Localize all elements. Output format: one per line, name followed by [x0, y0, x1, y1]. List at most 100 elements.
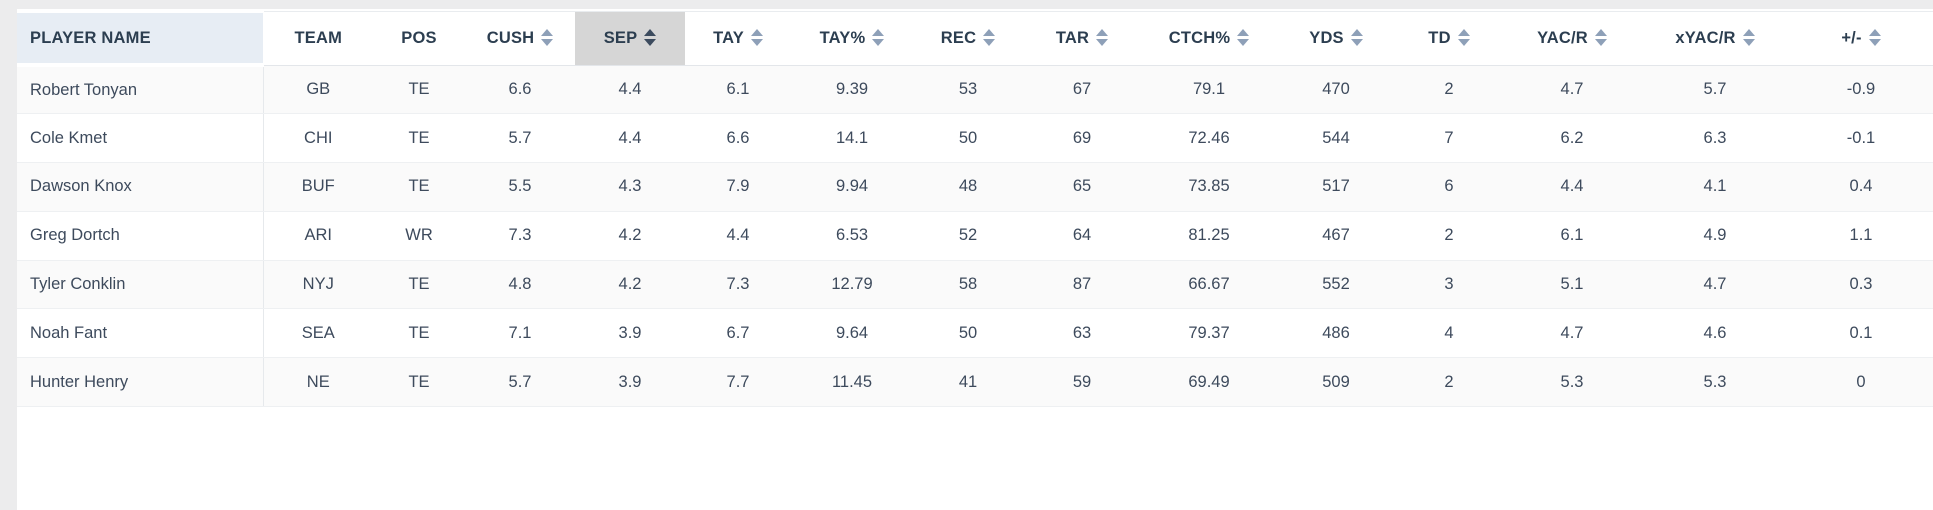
column-header-yac-per-reception[interactable]: YAC/R: [1503, 10, 1641, 66]
cell-td: 4: [1395, 308, 1503, 359]
cell-yds: 470: [1277, 65, 1395, 115]
cell-plus-minus: 0: [1789, 357, 1933, 408]
column-header-plus-minus[interactable]: +/-: [1789, 10, 1933, 66]
column-header-player-name[interactable]: PLAYER NAME: [17, 9, 264, 67]
cell-plus-minus: 0.3: [1789, 260, 1933, 310]
table-row[interactable]: Noah Fant SEA TE 7.1 3.9 6.7 9.64 50 63 …: [17, 308, 1933, 359]
sort-updown-icon[interactable]: [541, 29, 554, 47]
cell-td: 3: [1395, 260, 1503, 310]
column-header-cush[interactable]: CUSH: [465, 10, 575, 66]
column-header-label: POS: [401, 28, 437, 47]
column-header-label: YAC/R: [1537, 28, 1588, 47]
cell-tay: 4.4: [685, 211, 791, 261]
cell-xyac-per-reception: 5.3: [1641, 357, 1789, 408]
cell-sep: 3.9: [575, 308, 685, 359]
cell-sep: 3.9: [575, 357, 685, 408]
column-header-team[interactable]: TEAM: [263, 10, 373, 66]
column-header-label: CTCH%: [1168, 28, 1231, 47]
column-header-xyac-per-reception[interactable]: xYAC/R: [1641, 10, 1789, 66]
cell-tay-percent: 12.79: [791, 260, 913, 310]
column-header-tay-percent[interactable]: TAY%: [791, 10, 913, 66]
cell-tay: 6.6: [685, 113, 791, 164]
cell-plus-minus: 0.4: [1789, 162, 1933, 212]
cell-ctch-percent: 81.25: [1141, 211, 1277, 261]
cell-ctch-percent: 66.67: [1141, 260, 1277, 310]
cell-tar: 65: [1023, 162, 1141, 212]
table-row[interactable]: Cole Kmet CHI TE 5.7 4.4 6.6 14.1 50 69 …: [17, 113, 1933, 164]
cell-cush: 5.5: [465, 162, 575, 212]
cell-tay-percent: 9.94: [791, 162, 913, 212]
cell-yds: 467: [1277, 211, 1395, 261]
sort-updown-icon[interactable]: [1350, 29, 1363, 47]
cell-rec: 50: [913, 308, 1023, 359]
cell-pos: TE: [373, 113, 465, 164]
cell-tay-percent: 14.1: [791, 113, 913, 164]
cell-sep: 4.4: [575, 65, 685, 115]
player-stats-table: PLAYER NAME TEAM POS CUSH SEP TAY TAY% R…: [17, 9, 1933, 408]
table-row[interactable]: Robert Tonyan GB TE 6.6 4.4 6.1 9.39 53 …: [17, 65, 1933, 115]
cell-xyac-per-reception: 4.9: [1641, 211, 1789, 261]
cell-yds: 517: [1277, 162, 1395, 212]
sort-updown-icon[interactable]: [872, 29, 885, 47]
cell-tay-percent: 6.53: [791, 211, 913, 261]
column-header-label: SEP: [603, 28, 638, 47]
table-header: PLAYER NAME TEAM POS CUSH SEP TAY TAY% R…: [17, 9, 1933, 67]
sort-updown-icon[interactable]: [1457, 29, 1470, 47]
cell-team: NE: [263, 357, 373, 408]
column-header-td[interactable]: TD: [1395, 10, 1503, 66]
sort-updown-icon[interactable]: [1594, 29, 1607, 47]
cell-td: 7: [1395, 113, 1503, 164]
cell-ctch-percent: 79.1: [1141, 65, 1277, 115]
column-header-pos[interactable]: POS: [373, 10, 465, 66]
cell-team: GB: [263, 65, 373, 115]
column-header-label: TAR: [1055, 28, 1090, 47]
cell-tay-percent: 9.64: [791, 308, 913, 359]
column-header-ctch-percent[interactable]: CTCH%: [1141, 10, 1277, 66]
cell-xyac-per-reception: 6.3: [1641, 113, 1789, 164]
cell-sep: 4.2: [575, 211, 685, 261]
column-header-label: xYAC/R: [1675, 28, 1736, 47]
column-header-tay[interactable]: TAY: [685, 10, 791, 66]
cell-cush: 4.8: [465, 260, 575, 310]
table-row[interactable]: Tyler Conklin NYJ TE 4.8 4.2 7.3 12.79 5…: [17, 260, 1933, 310]
cell-ctch-percent: 69.49: [1141, 357, 1277, 408]
sort-updown-icon[interactable]: [1237, 29, 1250, 47]
cell-sep: 4.3: [575, 162, 685, 212]
cell-sep: 4.2: [575, 260, 685, 310]
cell-pos: TE: [373, 65, 465, 115]
table-body: Robert Tonyan GB TE 6.6 4.4 6.1 9.39 53 …: [17, 65, 1933, 408]
cell-team: BUF: [263, 162, 373, 212]
cell-xyac-per-reception: 5.7: [1641, 65, 1789, 115]
cell-tay-percent: 11.45: [791, 357, 913, 408]
cell-cush: 6.6: [465, 65, 575, 115]
cell-tay: 7.7: [685, 357, 791, 408]
page-background: PLAYER NAME TEAM POS CUSH SEP TAY TAY% R…: [0, 0, 1933, 510]
table-row[interactable]: Hunter Henry NE TE 5.7 3.9 7.7 11.45 41 …: [17, 357, 1933, 408]
column-header-tar[interactable]: TAR: [1023, 10, 1141, 66]
column-header-label: PLAYER NAME: [30, 28, 151, 47]
sort-updown-icon[interactable]: [983, 29, 996, 47]
sort-updown-icon[interactable]: [644, 29, 657, 47]
sort-updown-icon[interactable]: [1096, 29, 1109, 47]
cell-yds: 509: [1277, 357, 1395, 408]
cell-cush: 7.1: [465, 308, 575, 359]
column-header-label: TAY%: [819, 28, 866, 47]
cell-xyac-per-reception: 4.1: [1641, 162, 1789, 212]
column-header-sep[interactable]: SEP: [575, 10, 685, 66]
sort-updown-icon[interactable]: [1742, 29, 1755, 47]
column-header-label: YDS: [1309, 28, 1344, 47]
cell-yds: 544: [1277, 113, 1395, 164]
cell-team: SEA: [263, 308, 373, 359]
cell-pos: TE: [373, 357, 465, 408]
column-header-rec[interactable]: REC: [913, 10, 1023, 66]
cell-xyac-per-reception: 4.6: [1641, 308, 1789, 359]
column-header-yds[interactable]: YDS: [1277, 10, 1395, 66]
cell-rec: 41: [913, 357, 1023, 408]
table-row[interactable]: Greg Dortch ARI WR 7.3 4.2 4.4 6.53 52 6…: [17, 211, 1933, 261]
cell-plus-minus: 1.1: [1789, 211, 1933, 261]
cell-yac-per-reception: 5.3: [1503, 357, 1641, 408]
sort-updown-icon[interactable]: [1868, 29, 1881, 47]
table-row[interactable]: Dawson Knox BUF TE 5.5 4.3 7.9 9.94 48 6…: [17, 162, 1933, 212]
sort-updown-icon[interactable]: [750, 29, 763, 47]
cell-rec: 48: [913, 162, 1023, 212]
